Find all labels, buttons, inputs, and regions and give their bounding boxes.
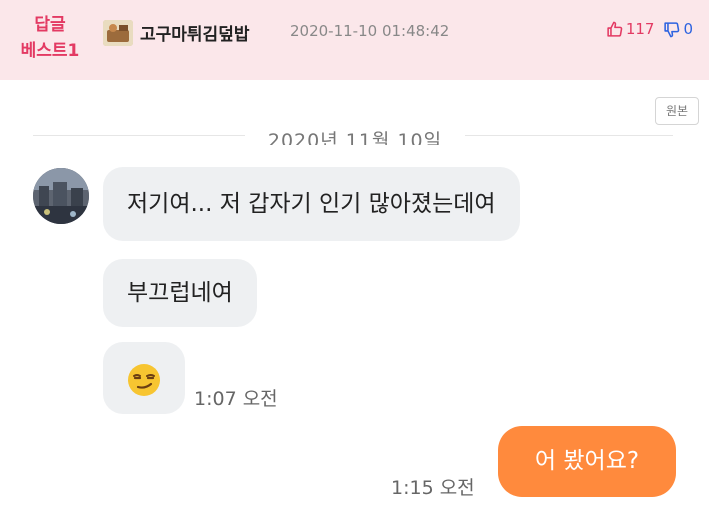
author-avatar[interactable]: [103, 20, 133, 46]
thumbs-up-icon[interactable]: [606, 21, 623, 38]
chat-screenshot: 원본 2020년 11월 10일 저기여... 저 갑자기 인기 많아졌는데여 …: [0, 80, 709, 507]
badge-line-2: 베스트1: [20, 41, 80, 61]
post-datetime: 2020-11-10 01:48:42: [290, 22, 450, 40]
chat-bubble-received: 부끄럽네여: [103, 259, 257, 327]
badge-line-1: 답글: [34, 15, 66, 35]
message-time: 1:15 오전: [391, 477, 475, 499]
thumbs-down-icon[interactable]: [663, 21, 680, 38]
chat-bubble-sent: 어 봤어요?: [498, 426, 676, 497]
chat-bubble-emoji: [103, 342, 185, 414]
contact-avatar[interactable]: [33, 168, 89, 224]
message-time: 1:07 오전: [194, 388, 278, 410]
date-divider-label: 2020년 11월 10일: [245, 123, 465, 145]
best-reply-badge: 답글 베스트1: [14, 12, 86, 64]
author-name[interactable]: 고구마튀김덮밥: [140, 20, 249, 45]
view-original-button[interactable]: 원본: [655, 97, 699, 125]
like-count: 117: [625, 20, 655, 38]
dislike-count: 0: [683, 20, 693, 38]
smirking-face-emoji: [128, 364, 160, 396]
vote-group: 117 0: [606, 20, 693, 38]
chat-bubble-received: 저기여... 저 갑자기 인기 많아졌는데여: [103, 167, 520, 241]
reply-header: 답글 베스트1 고구마튀김덮밥 2020-11-10 01:48:42 117 …: [0, 0, 709, 80]
